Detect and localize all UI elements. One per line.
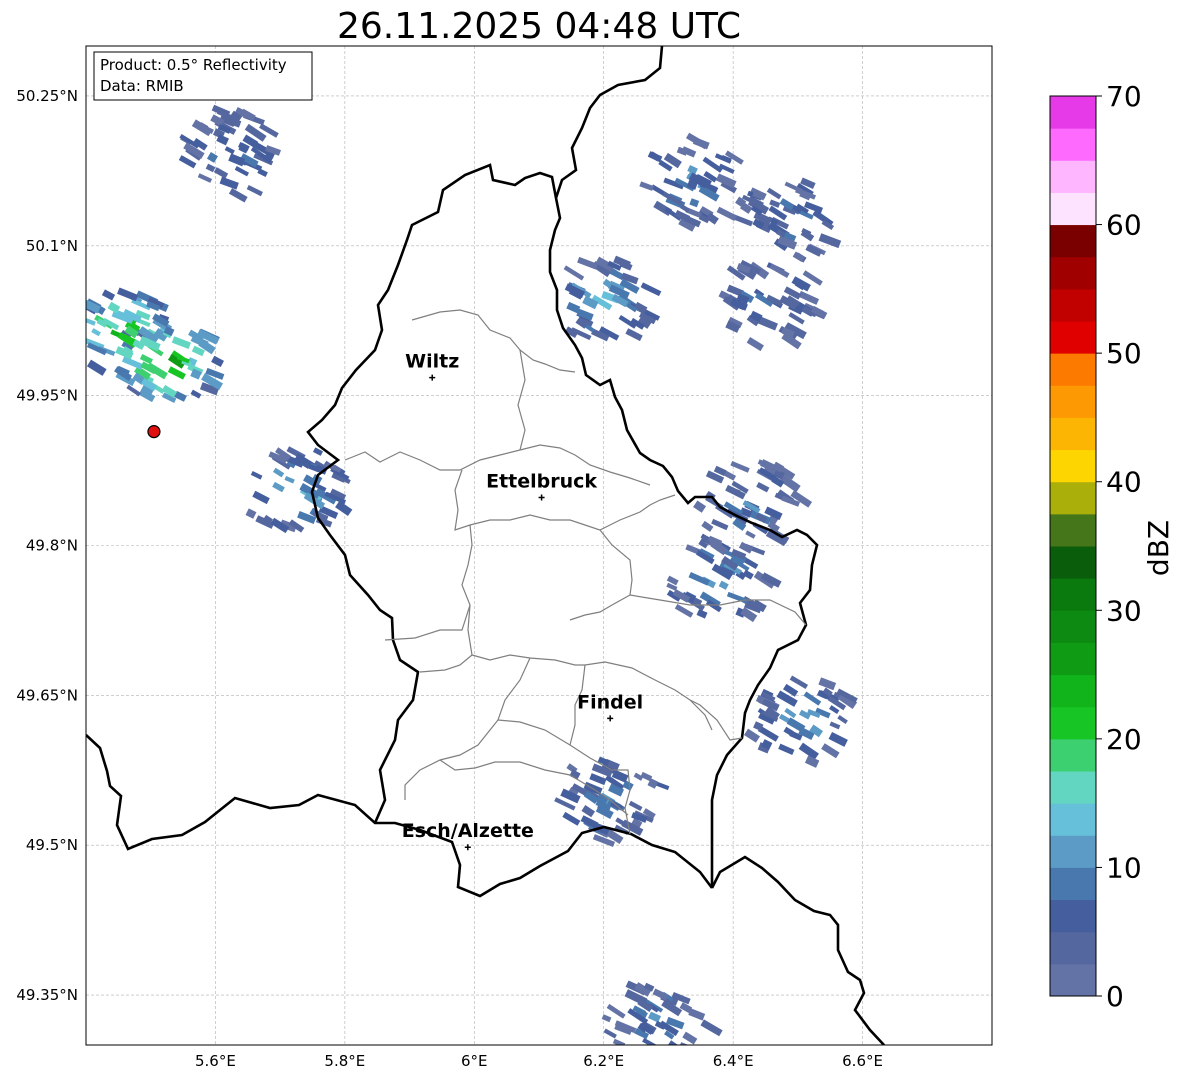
colorbar-bin [1050, 642, 1096, 676]
echo-cell [675, 1048, 691, 1060]
y-tick-label: 49.95°N [16, 387, 78, 405]
colorbar-bin [1050, 674, 1096, 708]
city-label: Esch/Alzette [402, 820, 534, 842]
colorbar-bin [1050, 738, 1096, 772]
data-source-label: Data: RMIB [100, 77, 184, 95]
colorbar-bin [1050, 867, 1096, 901]
x-tick-label: 6.6°E [842, 1052, 883, 1070]
colorbar-tick-label: 10 [1106, 851, 1142, 884]
colorbar-tick-label: 0 [1106, 980, 1124, 1013]
x-tick-label: 6.4°E [713, 1052, 754, 1070]
echo-cell [69, 333, 86, 346]
y-tick-label: 50.1°N [26, 237, 78, 255]
x-tick-label: 5.6°E [195, 1052, 236, 1070]
colorbar-bin [1050, 481, 1096, 515]
x-tick-label: 5.8°E [324, 1052, 365, 1070]
colorbar-bin [1050, 706, 1096, 740]
colorbar-bin [1050, 128, 1096, 161]
colorbar-bin [1050, 931, 1096, 965]
colorbar-bin [1050, 578, 1096, 611]
y-tick-label: 49.65°N [16, 686, 78, 704]
y-tick-label: 49.5°N [26, 836, 78, 854]
colorbar-bins [1050, 96, 1096, 997]
y-tick-label: 49.8°N [26, 537, 78, 555]
echo-cell [644, 1057, 662, 1073]
echo-cell [628, 1045, 638, 1055]
figure-title: 26.11.2025 04:48 UTC [337, 6, 741, 47]
colorbar: 0 10 20 30 40 50 60 70 dBZ [1049, 80, 1175, 1013]
colorbar-bin [1050, 963, 1096, 997]
colorbar-tick-label: 60 [1106, 209, 1142, 242]
colorbar-bin [1050, 224, 1096, 258]
city-label: Ettelbruck [486, 471, 597, 493]
colorbar-bin [1050, 353, 1096, 386]
colorbar-bin [1050, 96, 1096, 129]
echo-cell [86, 316, 87, 328]
colorbar-bin [1050, 321, 1096, 354]
x-tick-label: 6.2°E [583, 1052, 624, 1070]
colorbar-bin [1050, 385, 1096, 418]
echo-cell [642, 1051, 660, 1066]
city-label: Findel [577, 691, 643, 713]
echo-cell [645, 1047, 660, 1059]
colorbar-tick-label: 70 [1106, 80, 1142, 113]
x-tick-label: 6°E [461, 1052, 488, 1070]
radar-site-marker [147, 425, 161, 439]
colorbar-bin [1050, 610, 1096, 643]
city-label: Wiltz [405, 351, 459, 373]
echo-cell [645, 1043, 666, 1045]
radar-map-figure: 26.11.2025 04:48 UTC Product: 0.5° Refle… [16, 6, 1175, 1073]
colorbar-bin [1050, 771, 1096, 804]
x-axis-ticks: 5.6°E 5.8°E 6°E 6.2°E 6.4°E 6.6°E [195, 1052, 883, 1070]
colorbar-bin [1050, 835, 1096, 868]
colorbar-bin [1050, 417, 1096, 451]
colorbar-bin [1050, 449, 1096, 483]
colorbar-tick-label: 30 [1106, 594, 1142, 627]
y-tick-label: 50.25°N [16, 87, 78, 105]
colorbar-label: dBZ [1142, 520, 1175, 576]
colorbar-bin [1050, 288, 1096, 322]
colorbar-bin [1050, 546, 1096, 579]
colorbar-bin [1050, 160, 1096, 193]
colorbar-tick-label: 40 [1106, 466, 1142, 499]
colorbar-ticks: 0 10 20 30 40 50 60 70 [1096, 80, 1142, 1013]
colorbar-tick-label: 50 [1106, 337, 1142, 370]
info-box: Product: 0.5° Reflectivity Data: RMIB [93, 51, 313, 101]
y-axis-ticks: 50.25°N 50.1°N 49.95°N 49.8°N 49.65°N 49.5°N 4… [16, 87, 78, 1004]
colorbar-bin [1050, 803, 1096, 836]
colorbar-bin [1050, 899, 1096, 933]
echo-cell [641, 1051, 657, 1062]
colorbar-tick-label: 20 [1106, 723, 1142, 756]
echo-cell [74, 349, 85, 360]
echo-cell [646, 1055, 657, 1065]
colorbar-bin [1050, 192, 1096, 226]
colorbar-bin [1050, 256, 1096, 290]
y-tick-label: 49.35°N [16, 986, 78, 1004]
product-label: Product: 0.5° Reflectivity [100, 56, 287, 74]
colorbar-bin [1050, 513, 1096, 547]
